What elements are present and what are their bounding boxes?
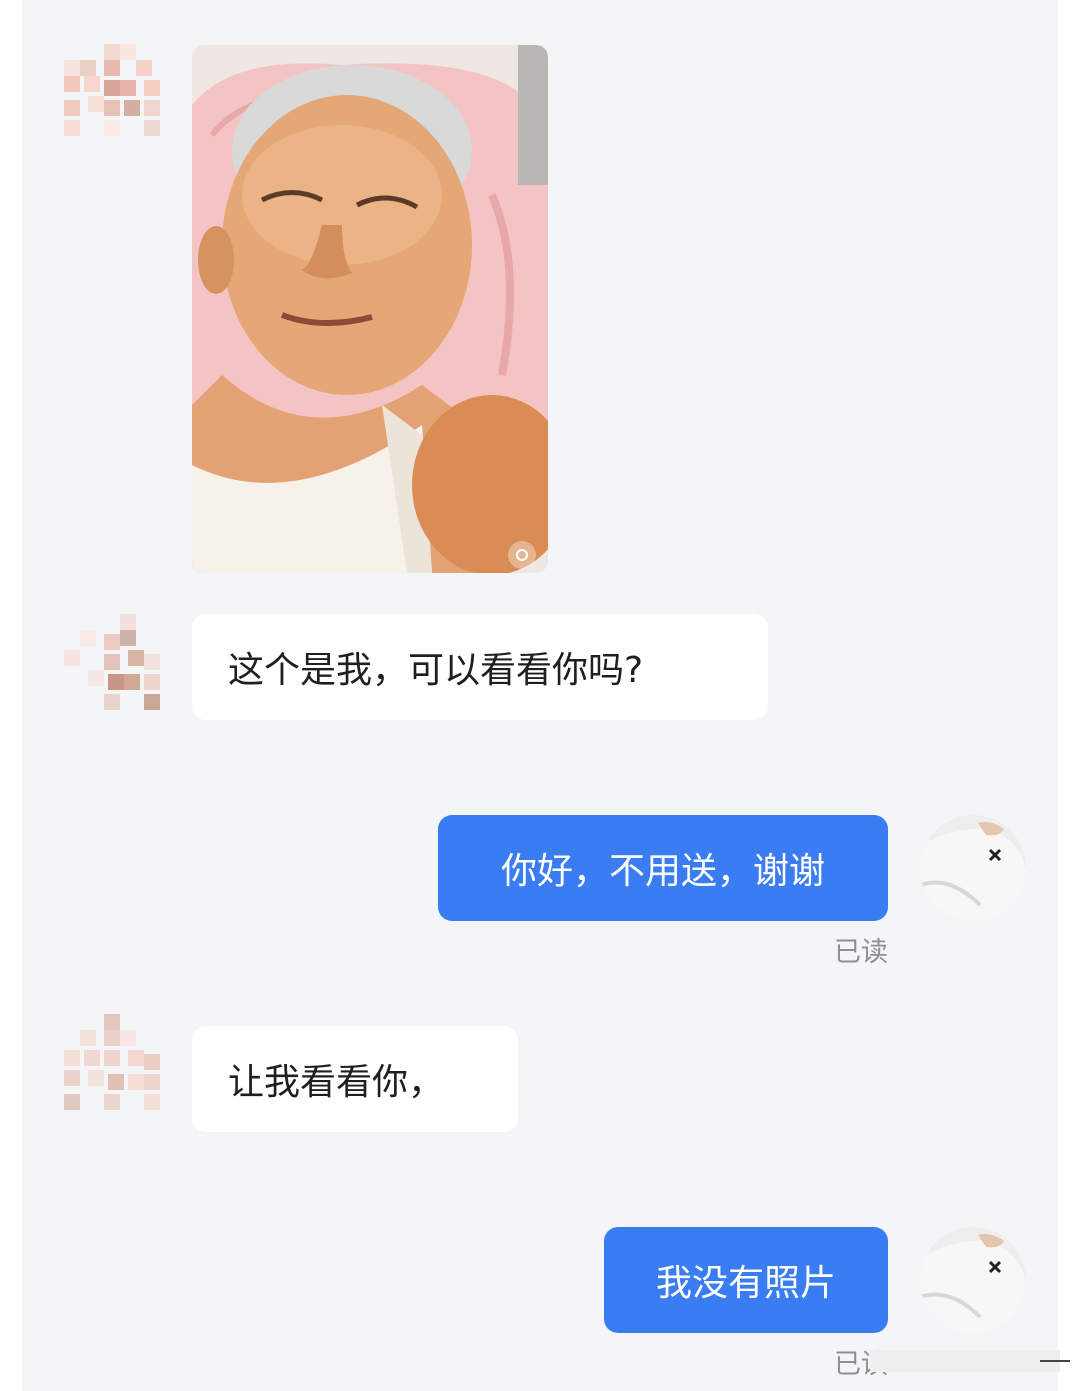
contact-avatar[interactable]	[64, 44, 160, 140]
watermark-strip	[870, 1350, 1070, 1372]
received-photo[interactable]	[192, 45, 548, 573]
incoming-message-bubble[interactable]: 让我看看你，	[192, 1026, 518, 1132]
outgoing-message-bubble[interactable]: 你好，不用送，谢谢	[438, 815, 888, 921]
read-status: 已读	[834, 937, 888, 968]
contact-avatar[interactable]	[64, 614, 160, 710]
message-text: 让我看看你，	[228, 1062, 445, 1103]
outgoing-message-bubble[interactable]: 我没有照片	[604, 1227, 888, 1333]
message-text: 我没有照片	[655, 1263, 836, 1304]
lens-icon[interactable]	[508, 541, 536, 569]
user-avatar[interactable]	[920, 815, 1026, 921]
incoming-message-bubble[interactable]: 这个是我，可以看看你吗?	[192, 614, 768, 720]
message-text: 这个是我，可以看看你吗?	[228, 650, 644, 691]
contact-avatar[interactable]	[64, 1014, 160, 1110]
user-avatar[interactable]	[920, 1227, 1026, 1333]
message-text: 你好，不用送，谢谢	[500, 851, 825, 892]
photo-image	[192, 45, 548, 573]
